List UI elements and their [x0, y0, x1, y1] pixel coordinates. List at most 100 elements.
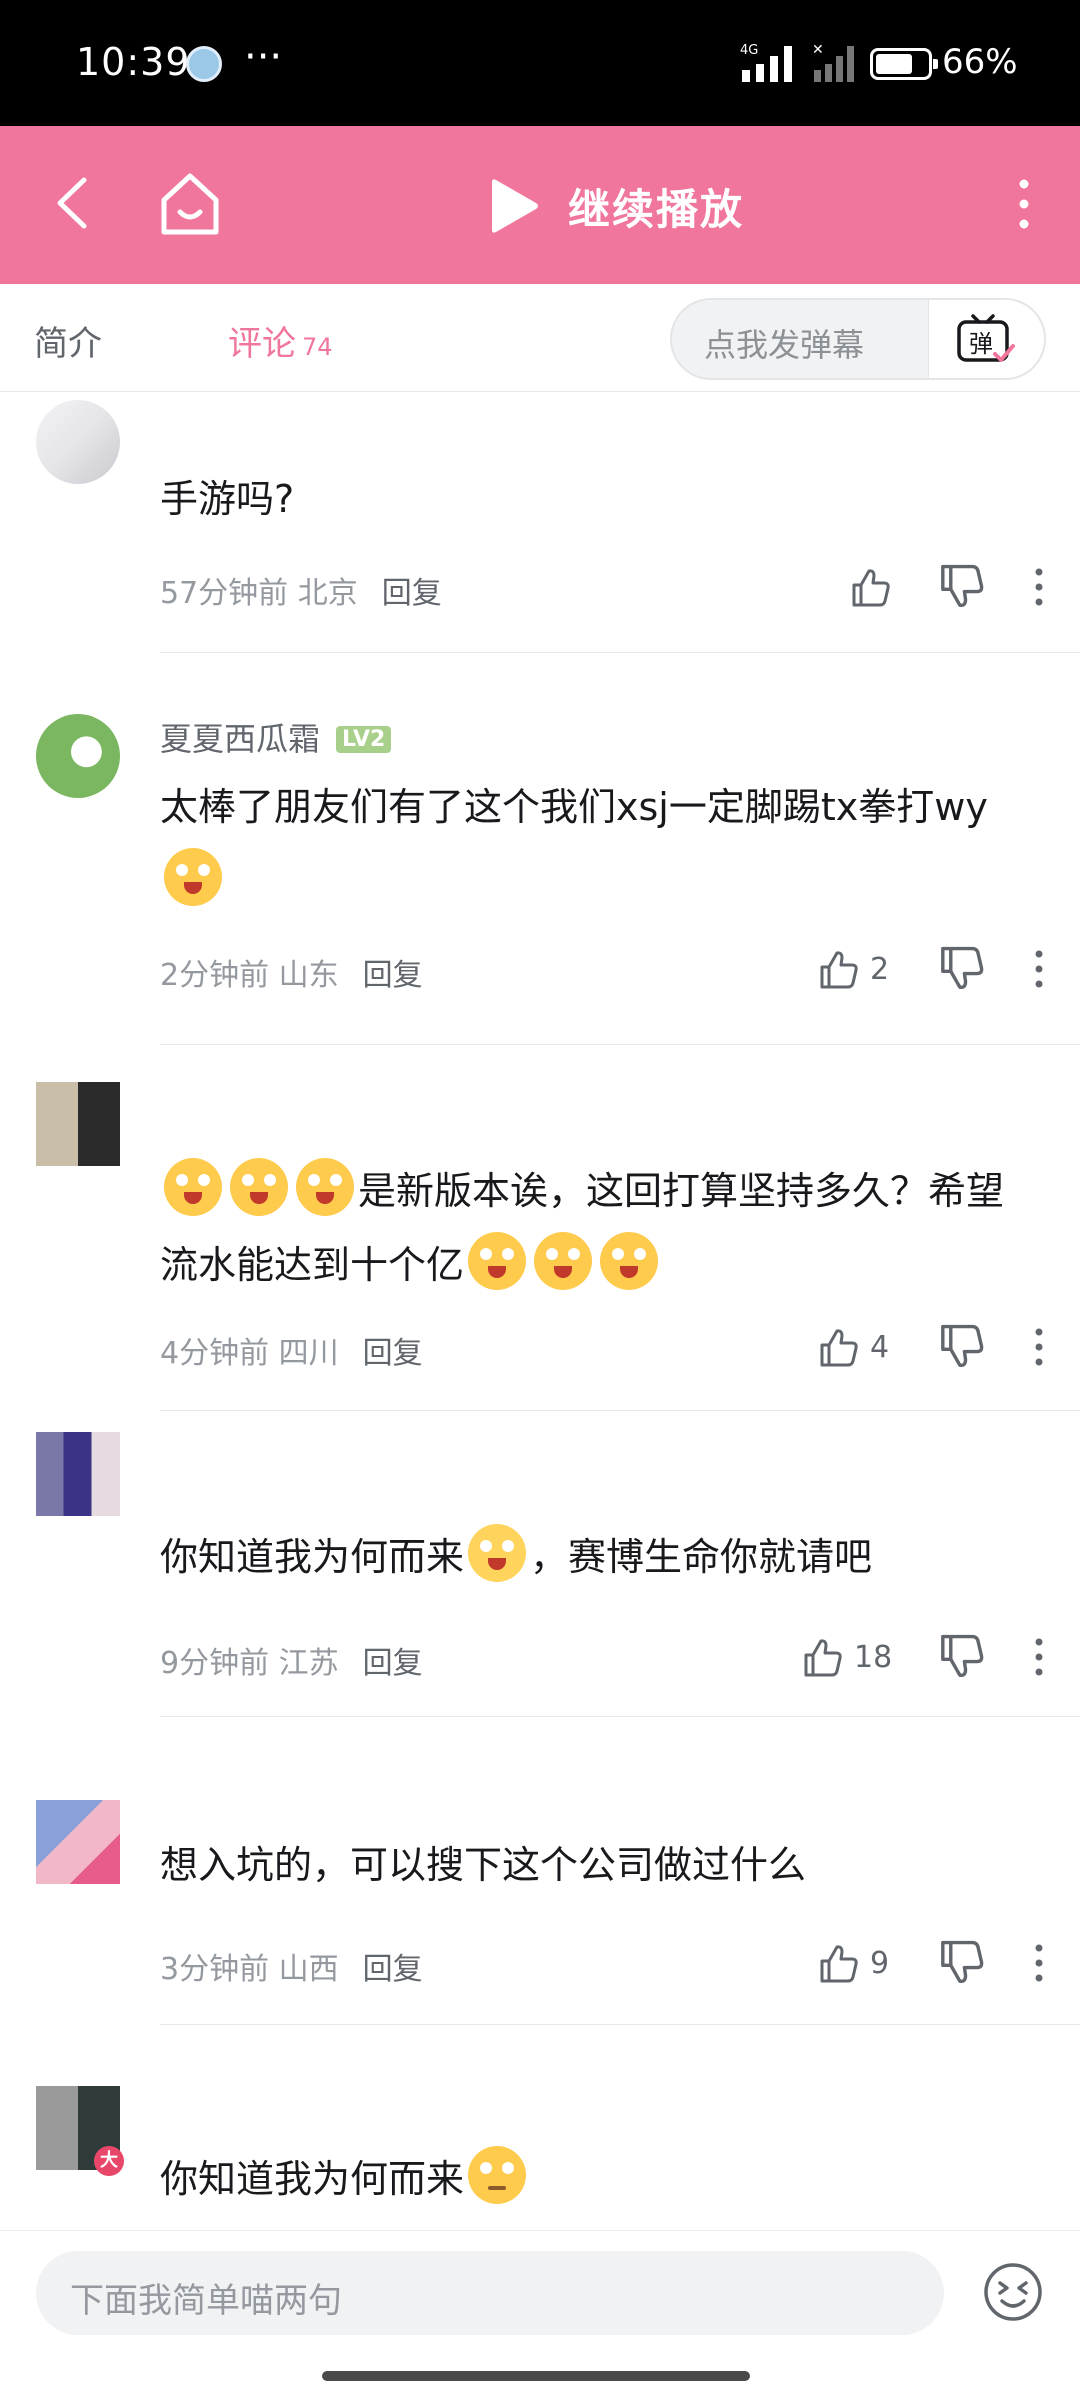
divider: [160, 1716, 1080, 1717]
comment-meta: 57分钟前 北京 回复: [160, 568, 442, 612]
resume-playback-label: 继续播放: [568, 184, 745, 234]
comment-text-body: 太棒了朋友们有了这个我们xsj一定脚踢tx拳打wy: [160, 785, 988, 829]
notification-face-icon: [186, 46, 222, 82]
like-button[interactable]: 2: [816, 944, 889, 994]
comment-meta: 9分钟前 江苏 回复: [160, 1638, 423, 1682]
comment-text: 是新版本诶，这回打算坚持多久？希望流水能达到十个亿: [160, 1154, 1040, 1302]
comment-text-part2: ，赛博生命你就请吧: [530, 1535, 873, 1579]
comment-more-icon[interactable]: [1024, 1632, 1054, 1682]
like-button[interactable]: [848, 562, 902, 612]
tab-intro[interactable]: 简介: [34, 316, 102, 365]
comment-text-body: 你知道我为何而来: [160, 2157, 465, 2201]
thumbs-down-icon[interactable]: [936, 1938, 986, 1988]
shocked-emoji-icon: [164, 1158, 222, 1216]
smug-emoji-icon: [468, 2146, 527, 2204]
like-button[interactable]: 9: [816, 1938, 889, 1988]
danmaku-icon: 弹: [957, 314, 1015, 362]
home-icon[interactable]: [150, 164, 230, 244]
avatar[interactable]: [36, 1800, 120, 1884]
shocked-emoji-icon: [534, 1232, 593, 1290]
divider: [160, 2024, 1080, 2025]
reply-button[interactable]: 回复: [382, 576, 442, 611]
comment-text: 太棒了朋友们有了这个我们xsj一定脚踢tx拳打wy: [160, 770, 1040, 918]
reply-button[interactable]: 回复: [363, 1336, 423, 1371]
status-bar: 10:39 ··· 4G ✕ 66%: [0, 0, 1080, 126]
avatar[interactable]: [36, 400, 120, 484]
like-count: 4: [870, 1329, 890, 1365]
divider: [160, 1410, 1080, 1411]
shocked-emoji-icon: [230, 1158, 288, 1216]
like-count: 18: [854, 1639, 893, 1675]
danmaku-input[interactable]: 点我发弹幕: [704, 320, 864, 366]
more-options-icon[interactable]: [1000, 174, 1048, 234]
status-more-dots: ···: [244, 34, 283, 80]
comment-more-icon[interactable]: [1024, 944, 1054, 994]
comment-more-icon[interactable]: [1024, 1322, 1054, 1372]
bottom-comment-bar: 下面我简单喵两句: [0, 2230, 1080, 2400]
danmaku-bar: 点我发弹幕 弹: [670, 298, 1046, 380]
back-icon[interactable]: [40, 168, 110, 238]
comment-time: 9分钟前: [160, 1646, 270, 1681]
reply-button[interactable]: 回复: [363, 958, 423, 993]
thumbs-up-icon: [820, 1945, 858, 1983]
like-button[interactable]: 4: [816, 1322, 889, 1372]
svg-text:✕: ✕: [812, 42, 824, 58]
tab-bar: 简介 评论 74 点我发弹幕 弹: [0, 284, 1080, 392]
avatar[interactable]: [36, 714, 120, 798]
crying-laugh-emoji-icon: [468, 1524, 527, 1582]
vip-badge: 大: [94, 2146, 124, 2176]
thumbs-down-icon[interactable]: [936, 1322, 986, 1372]
tab-comments-label: 评论: [228, 324, 296, 364]
comments-count: 74: [302, 333, 333, 361]
emoji-picker-icon[interactable]: [982, 2261, 1044, 2323]
divider: [160, 1044, 1080, 1045]
level-badge: LV2: [336, 726, 392, 753]
comment-location: 北京: [297, 576, 358, 611]
shocked-emoji-icon: [600, 1232, 659, 1290]
resume-playback-button[interactable]: 继续播放: [484, 166, 744, 246]
top-header: 继续播放: [0, 126, 1080, 284]
comment-username[interactable]: 夏夏西瓜霜 LV2: [160, 714, 392, 760]
comment-time: 3分钟前: [160, 1952, 270, 1987]
play-icon: [492, 179, 538, 233]
comment-more-icon[interactable]: [1024, 1938, 1054, 1988]
thumbs-down-icon[interactable]: [936, 1632, 986, 1682]
username-text: 夏夏西瓜霜: [160, 720, 321, 758]
comment-time: 2分钟前: [160, 958, 270, 993]
signal-no-sim-icon: ✕: [812, 42, 854, 82]
like-count: 9: [870, 1945, 890, 1981]
comment-more-icon[interactable]: [1024, 562, 1054, 612]
thumbs-up-icon: [804, 1639, 842, 1677]
like-button[interactable]: 18: [800, 1632, 892, 1682]
divider: [160, 652, 1080, 653]
comment-input[interactable]: 下面我简单喵两句: [36, 2251, 944, 2335]
comment-text: 想入坑的，可以搜下这个公司做过什么: [160, 1843, 807, 1887]
comment-text-part1: 你知道我为何而来: [160, 1535, 465, 1579]
thumbs-down-icon[interactable]: [936, 562, 986, 612]
status-time: 10:39: [76, 40, 191, 84]
thumbs-down-icon[interactable]: [936, 944, 986, 994]
thumbs-up-icon: [820, 951, 858, 989]
home-indicator[interactable]: [322, 2371, 750, 2381]
comment-meta: 3分钟前 山西 回复: [160, 1944, 423, 1988]
signal-4g-icon: 4G: [740, 43, 792, 82]
tab-comments[interactable]: 评论 74: [228, 316, 333, 365]
comment-location: 四川: [278, 1336, 339, 1371]
comment-location: 江苏: [278, 1646, 339, 1681]
reply-button[interactable]: 回复: [363, 1646, 423, 1681]
comment-meta: 2分钟前 山东 回复: [160, 950, 423, 994]
avatar[interactable]: [36, 1432, 120, 1516]
comment-location: 山东: [278, 958, 339, 993]
battery-percent: 66%: [942, 42, 1018, 82]
reply-button[interactable]: 回复: [363, 1952, 423, 1987]
danmaku-toggle-button[interactable]: 弹: [928, 300, 1044, 378]
comment-time: 57分钟前: [160, 576, 289, 611]
comment-input-placeholder: 下面我简单喵两句: [70, 2281, 342, 2321]
comment-meta: 4分钟前 四川 回复: [160, 1328, 423, 1372]
shocked-emoji-icon: [296, 1158, 354, 1216]
like-count: 2: [870, 951, 890, 987]
danmaku-button-label: 弹: [969, 330, 993, 358]
comment-text: 你知道我为何而来 ，赛博生命你就请吧: [160, 1520, 1040, 1594]
avatar[interactable]: [36, 1082, 120, 1166]
shocked-emoji-icon: [164, 848, 222, 906]
